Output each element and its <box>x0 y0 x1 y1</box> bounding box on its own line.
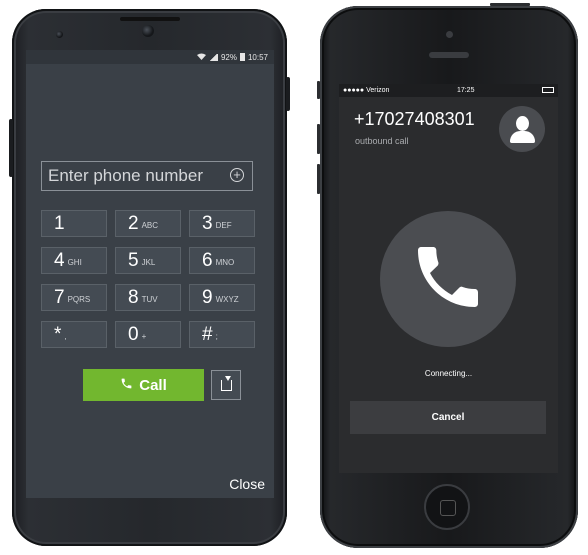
key-digit: 6 <box>202 249 213 271</box>
connecting-status: Connecting... <box>424 369 473 378</box>
phone-number-input[interactable]: Enter phone number + <box>41 161 253 191</box>
wifi-icon <box>196 53 206 62</box>
dial-keypad: 1 2 ABC 3 DEF 4 GHI 5 JKL 6 MNO 7 PQRS 8 TUV 9W… <box>41 210 258 348</box>
sensor-icon <box>56 31 63 38</box>
key-letters: GHI <box>67 257 82 267</box>
key-digit: 3 <box>202 212 213 234</box>
key-letters: MNO <box>215 257 235 267</box>
transfer-icon <box>220 375 232 391</box>
contact-avatar-icon <box>499 106 545 152</box>
battery-percent: 92% <box>220 52 237 62</box>
front-camera-icon <box>446 31 453 38</box>
clock: 17:25 <box>456 87 475 94</box>
key-digit: 8 <box>128 286 139 308</box>
key-letters: TUV <box>141 294 158 304</box>
call-status-circle <box>380 211 516 347</box>
key-letters: ABC <box>141 220 159 230</box>
key-0[interactable]: 0 + <box>115 321 181 348</box>
close-link[interactable]: Close <box>229 476 265 492</box>
key-letters: JKL <box>141 257 156 267</box>
sleep-button <box>490 3 530 6</box>
call-label: Call <box>139 376 167 394</box>
mute-switch <box>317 81 320 99</box>
key-digit: 4 <box>54 249 65 271</box>
key-9[interactable]: 9 WXYZ <box>189 284 255 311</box>
key-letters: ; <box>215 331 218 341</box>
key-digit: 7 <box>54 286 65 308</box>
key-digit: 9 <box>202 286 213 308</box>
key-digit: 0 <box>128 323 139 345</box>
status-bar: ●●●●● Verizon 17:25 <box>339 84 558 97</box>
key-digit: 2 <box>128 212 139 234</box>
status-bar: 92% 10:57 <box>26 50 274 64</box>
key-7[interactable]: 7 PQRS <box>41 284 107 311</box>
key-5[interactable]: 5 JKL <box>115 247 181 274</box>
key-letters: WXYZ <box>215 294 239 304</box>
key-2[interactable]: 2 ABC <box>115 210 181 237</box>
callee-number: +17027408301 <box>354 109 475 129</box>
key-3[interactable]: 3 DEF <box>189 210 255 237</box>
power-button <box>286 77 290 111</box>
phone-handset-icon <box>408 237 488 322</box>
volume-up-button <box>317 124 320 154</box>
key-star[interactable]: *, <box>41 321 107 348</box>
carrier: ●●●●● Verizon <box>343 87 390 94</box>
volume-down-button <box>317 164 320 194</box>
key-hash[interactable]: #; <box>189 321 255 348</box>
earpiece <box>429 52 469 58</box>
iphone-screen: ●●●●● Verizon 17:25 +17027408301 outboun… <box>339 84 558 473</box>
key-letters: PQRS <box>67 294 91 304</box>
call-button[interactable]: Call <box>83 369 204 401</box>
add-contact-icon[interactable]: + <box>230 168 244 182</box>
cancel-button[interactable]: Cancel <box>350 401 546 434</box>
signal-icon <box>208 53 218 61</box>
key-letters: DEF <box>215 220 232 230</box>
key-digit: # <box>202 323 213 345</box>
key-letters: + <box>141 331 147 341</box>
clock: 10:57 <box>247 52 268 62</box>
phone-handset-icon <box>120 377 133 393</box>
android-screen: 92% 10:57 Enter phone number + 1 2 ABC 3D… <box>26 50 274 498</box>
battery-icon <box>239 53 245 61</box>
phone-input-placeholder: Enter phone number <box>48 166 203 185</box>
key-1[interactable]: 1 <box>41 210 107 237</box>
volume-button <box>9 119 13 177</box>
iphone: ●●●●● Verizon 17:25 +17027408301 outboun… <box>317 3 578 548</box>
home-button <box>424 484 470 530</box>
transfer-button[interactable] <box>211 370 241 400</box>
key-6[interactable]: 6 MNO <box>189 247 255 274</box>
battery-icon <box>542 86 554 95</box>
key-digit: * <box>54 323 62 345</box>
earpiece <box>119 17 180 21</box>
key-8[interactable]: 8 TUV <box>115 284 181 311</box>
front-camera-icon <box>142 25 154 37</box>
key-4[interactable]: 4 GHI <box>41 247 107 274</box>
call-type: outbound call <box>355 136 409 146</box>
key-letters: , <box>64 331 67 341</box>
android-phone: 92% 10:57 Enter phone number + 1 2 ABC 3D… <box>9 9 290 546</box>
key-digit: 5 <box>128 249 139 271</box>
key-digit: 1 <box>54 212 65 234</box>
